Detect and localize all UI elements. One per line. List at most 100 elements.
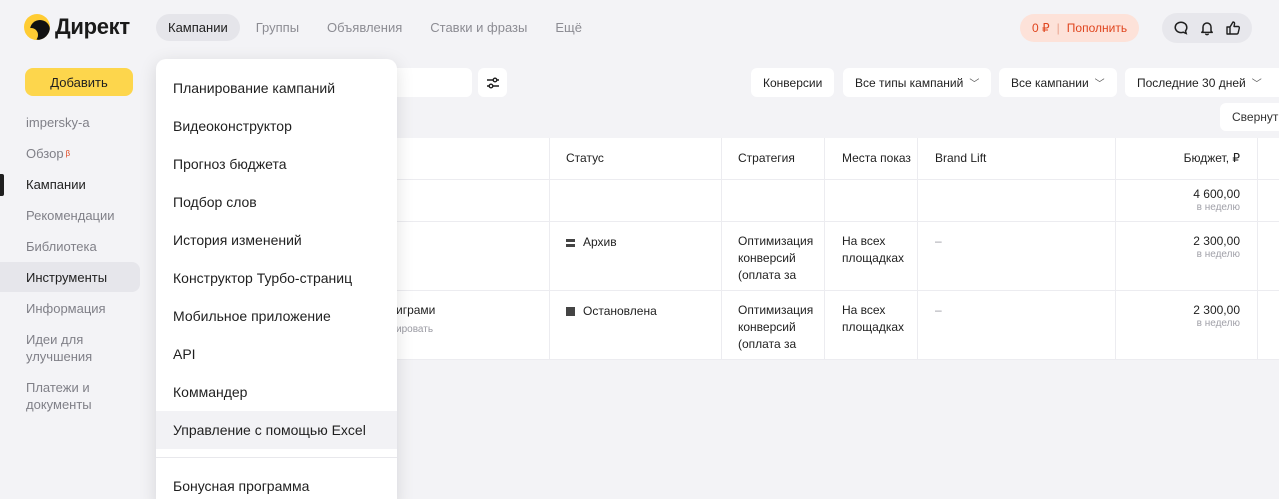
stop-icon	[566, 307, 575, 316]
chevron-down-icon: ﹀	[1094, 79, 1105, 90]
menu-item-change-history[interactable]: История изменений	[156, 221, 397, 259]
sidebar-item-label: Рекомендации	[26, 208, 115, 223]
menu-item-api[interactable]: API	[156, 335, 397, 373]
thumbs-up-icon[interactable]	[1220, 15, 1246, 41]
tab-bids-phrases[interactable]: Ставки и фразы	[418, 14, 539, 41]
menu-item-turbo-pages[interactable]: Конструктор Турбо-страниц	[156, 259, 397, 297]
sidebar-active-indicator	[0, 174, 4, 196]
column-divider	[721, 138, 722, 360]
sidebar-item-label: impersky-a	[26, 115, 90, 130]
table-divider	[396, 290, 1279, 291]
status-archive: Архив	[566, 234, 617, 251]
sidebar-item-tools[interactable]: Инструменты	[26, 269, 107, 286]
filter-settings-button[interactable]	[478, 68, 507, 97]
total-budget-value: 4 600,00	[1193, 187, 1240, 201]
sidebar-item-recommendations[interactable]: Рекомендации	[26, 207, 115, 224]
sidebar-item-label: Инструменты	[26, 270, 108, 285]
sidebar-item-overview[interactable]: Обзор β	[26, 145, 70, 162]
sidebar-item-label: Платежи и документы	[26, 380, 92, 412]
budget-value: 2 300,00	[1193, 234, 1240, 248]
period-label: Последние 30 дней	[1137, 75, 1246, 90]
balance-amount: 0 ₽	[1032, 21, 1050, 35]
sidebar-item-account[interactable]: impersky-a	[26, 114, 90, 131]
budget-cell: 2 300,00 в неделю	[1193, 234, 1240, 261]
menu-item-budget-forecast[interactable]: Прогноз бюджета	[156, 145, 397, 183]
menu-item-mobile-app[interactable]: Мобильное приложение	[156, 297, 397, 335]
menu-divider	[156, 457, 397, 458]
total-budget: 4 600,00 в неделю	[1193, 187, 1240, 214]
budget-period: в неделю	[1196, 249, 1240, 260]
header: Директ Кампании Группы Объявления Ставки…	[0, 0, 1279, 56]
strategy-cell: Оптимизация конверсий (оплата за	[738, 303, 814, 351]
placements-cell: На всех площадках	[842, 303, 905, 334]
menu-item-keyword-selection[interactable]: Подбор слов	[156, 183, 397, 221]
column-divider	[1115, 138, 1116, 360]
column-divider	[1257, 138, 1258, 360]
brand-lift-cell: –	[935, 303, 942, 317]
status-text: Архив	[583, 235, 617, 249]
tab-more[interactable]: Ещё	[543, 14, 594, 41]
balance-widget[interactable]: 0 ₽ | Пополнить	[1020, 14, 1140, 42]
logo[interactable]: Директ	[24, 14, 130, 40]
status-stopped: Остановлена	[566, 303, 657, 320]
budget-period: в неделю	[1196, 318, 1240, 329]
sidebar-item-payments[interactable]: Платежи и документы	[26, 379, 116, 413]
tab-ads[interactable]: Объявления	[315, 14, 414, 41]
campaign-types-select[interactable]: Все типы кампаний ﹀	[843, 68, 992, 97]
column-divider	[549, 138, 550, 360]
column-header-budget[interactable]: Бюджет, ₽	[1184, 151, 1240, 165]
top-tabs: Кампании Группы Объявления Ставки и фраз…	[156, 14, 598, 41]
menu-item-campaign-planning[interactable]: Планирование кампаний	[156, 69, 397, 107]
campaign-name[interactable]: играми	[396, 303, 435, 317]
budget-cell: 2 300,00 в неделю	[1193, 303, 1240, 330]
menu-item-commander[interactable]: Коммандер	[156, 373, 397, 411]
menu-item-bonus-program[interactable]: Бонусная программа	[156, 467, 397, 499]
period-select[interactable]: Последние 30 дней ﹀	[1125, 68, 1279, 97]
menu-item-video-builder[interactable]: Видеоконструктор	[156, 107, 397, 145]
budget-value: 2 300,00	[1193, 303, 1240, 317]
sidebar-item-label: Обзор	[26, 146, 64, 161]
table-divider	[396, 359, 1279, 360]
topup-link[interactable]: Пополнить	[1067, 21, 1127, 35]
direct-logo-icon	[24, 14, 50, 40]
sidebar-item-label: Информация	[26, 301, 106, 316]
chat-icon[interactable]	[1168, 15, 1194, 41]
column-divider	[917, 138, 918, 360]
campaigns-select[interactable]: Все кампании ﹀	[999, 68, 1117, 97]
chevron-down-icon: ﹀	[969, 79, 980, 90]
logo-text: Директ	[55, 14, 130, 39]
column-divider	[824, 138, 825, 360]
tab-campaigns[interactable]: Кампании	[156, 14, 240, 41]
sidebar-item-label: Библиотека	[26, 239, 97, 254]
column-header-placements[interactable]: Места показ	[842, 151, 916, 165]
sliders-icon	[486, 77, 499, 88]
column-header-strategy[interactable]: Стратегия	[738, 151, 795, 165]
sidebar-item-label: Кампании	[26, 177, 86, 192]
column-header-status[interactable]: Статус	[566, 151, 604, 165]
table-divider	[396, 221, 1279, 222]
column-header-brand-lift[interactable]: Brand Lift	[935, 151, 986, 165]
sidebar-item-campaigns[interactable]: Кампании	[26, 176, 86, 193]
menu-item-excel-management[interactable]: Управление с помощью Excel	[156, 411, 397, 449]
total-budget-period: в неделю	[1196, 202, 1240, 213]
sidebar-item-library[interactable]: Библиотека	[26, 238, 97, 255]
chevron-down-icon: ﹀	[1251, 79, 1262, 90]
add-button[interactable]: Добавить	[25, 68, 133, 96]
sidebar-item-ideas[interactable]: Идеи для улучшения	[26, 331, 116, 365]
collapse-button[interactable]: Свернуть	[1220, 103, 1279, 131]
campaign-types-label: Все типы кампаний	[855, 75, 964, 90]
bell-icon[interactable]	[1194, 15, 1220, 41]
sidebar-item-label: Идеи для улучшения	[26, 332, 93, 364]
strategy-cell: Оптимизация конверсий (оплата за	[738, 234, 814, 282]
balance-separator: |	[1056, 21, 1060, 35]
campaign-name-sub[interactable]: ировать	[396, 321, 433, 338]
table-divider	[396, 179, 1279, 180]
sidebar-item-info[interactable]: Информация	[26, 300, 106, 317]
placements-cell: На всех площадках	[842, 234, 905, 265]
tab-groups[interactable]: Группы	[244, 14, 311, 41]
beta-badge: β	[65, 149, 71, 158]
campaigns-table: Статус Стратегия Места показ Brand Lift …	[396, 138, 1279, 360]
conversions-button[interactable]: Конверсии	[751, 68, 835, 97]
campaign-name-cell[interactable]: играми	[396, 302, 435, 319]
archive-icon	[566, 238, 575, 247]
